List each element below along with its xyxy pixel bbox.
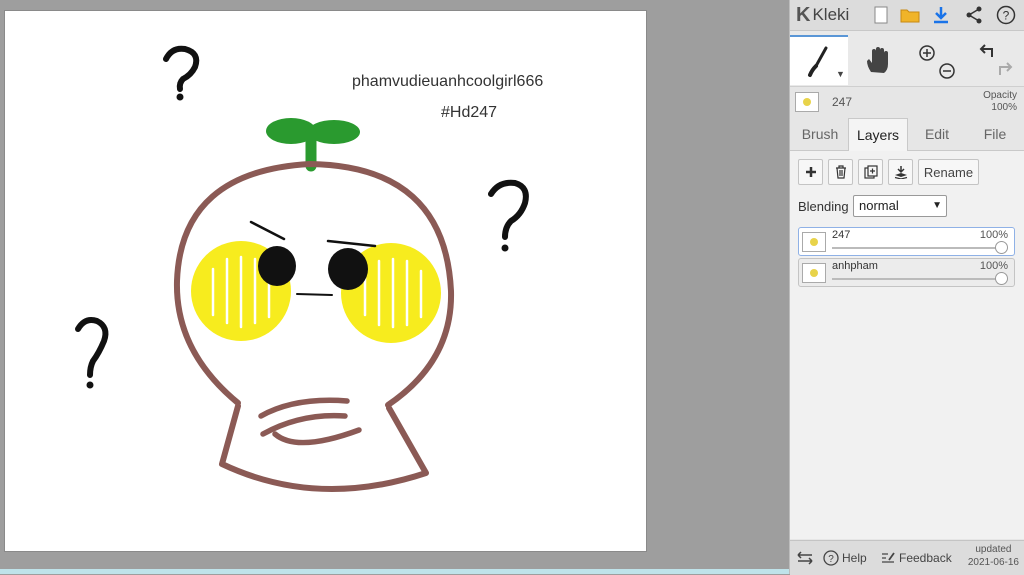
layer-opacity: 100% — [979, 229, 1008, 241]
feedback-label: Feedback — [899, 551, 952, 565]
undo-redo-icon[interactable] — [970, 39, 1020, 83]
question-dot-3 — [86, 381, 94, 389]
help-label: Help — [842, 551, 867, 565]
tab-layers[interactable]: Layers — [848, 118, 908, 151]
opacity-readout: Opacity 100% — [983, 90, 1017, 114]
tool-row: ▼ — [790, 31, 1024, 87]
eyebrow-left — [249, 220, 286, 241]
duplicate-layer-button[interactable] — [858, 159, 883, 185]
new-file-icon — [874, 6, 888, 24]
undo-redo-buttons — [966, 37, 1024, 85]
question-mark-left-top — [163, 45, 200, 92]
layers-panel: Rename Blending normal ▼ 247 100% anhpha… — [790, 151, 1024, 539]
add-layer-button[interactable] — [798, 159, 823, 185]
drawing-canvas[interactable]: phamvudieuanhcoolgirl666 #Hd247 — [5, 11, 646, 551]
layer-name: anhpham — [832, 260, 878, 272]
layer-thumbnail — [802, 232, 826, 252]
svg-text:?: ? — [828, 554, 834, 565]
updated-label: updated — [975, 544, 1012, 555]
current-layer-info: 247 Opacity 100% — [790, 88, 1024, 118]
blending-label: Blending — [798, 199, 849, 214]
top-bar: K Kleki ? — [790, 0, 1024, 31]
duplicate-icon — [863, 165, 878, 179]
zoom-buttons — [908, 37, 964, 85]
blending-value: normal — [859, 198, 899, 213]
help-circle-icon: ? — [823, 550, 839, 566]
new-image-button[interactable] — [869, 3, 893, 27]
signature-tag: #Hd247 — [441, 104, 498, 121]
question-mark-left — [75, 317, 109, 378]
open-file-button[interactable] — [898, 3, 922, 27]
question-mark-right — [488, 179, 529, 240]
kleki-logo-text: Kleki — [812, 5, 850, 24]
question-dot-1 — [176, 93, 184, 101]
workspace[interactable]: phamvudieuanhcoolgirl666 #Hd247 — [0, 0, 789, 574]
eyebrow-right — [326, 239, 377, 248]
tab-brush[interactable]: Brush — [792, 118, 848, 150]
help-top-button[interactable]: ? — [994, 3, 1018, 27]
chevron-down-icon: ▼ — [932, 200, 942, 211]
feedback-button[interactable]: Feedback — [880, 541, 952, 575]
kleki-logo[interactable]: K Kleki — [796, 3, 849, 27]
svg-text:?: ? — [1003, 9, 1010, 23]
save-button[interactable] — [929, 3, 953, 27]
tab-edit[interactable]: Edit — [908, 118, 966, 150]
kleki-logo-mark: K — [796, 3, 811, 26]
updated-info: updated 2021-06-16 — [968, 543, 1019, 569]
folded-arms — [258, 397, 362, 446]
trash-icon — [835, 165, 846, 179]
merge-down-icon — [894, 166, 907, 179]
tab-file[interactable]: File — [966, 118, 1024, 150]
panel-footer: ? Help Feedback updated 2021-06-16 — [790, 540, 1024, 575]
share-icon — [966, 6, 982, 24]
delete-layer-button[interactable] — [828, 159, 853, 185]
panel-tabs: Brush Layers Edit File — [790, 118, 1024, 151]
current-layer-thumbnail — [795, 92, 819, 112]
merge-layer-button[interactable] — [888, 159, 913, 185]
hand-tool-button[interactable] — [848, 37, 906, 85]
download-icon — [934, 7, 948, 24]
rename-layer-button[interactable]: Rename — [918, 159, 979, 185]
blending-select[interactable]: normal ▼ — [853, 195, 947, 217]
layer-opacity-slider[interactable] — [832, 247, 1002, 249]
signature-name: phamvudieuanhcoolgirl666 — [352, 73, 544, 90]
eye-right — [328, 248, 368, 290]
help-button[interactable]: ? Help — [823, 541, 867, 575]
swap-arrows-icon — [797, 551, 813, 565]
updated-date: 2021-06-16 — [967, 557, 1019, 568]
drawing-artwork — [75, 45, 529, 492]
eye-left — [258, 246, 296, 286]
layer-opacity: 100% — [979, 260, 1008, 272]
folder-icon — [900, 9, 920, 23]
share-button[interactable] — [962, 3, 986, 27]
plus-icon — [805, 167, 816, 177]
layer-item-anhpham[interactable]: anhpham 100% — [798, 258, 1015, 287]
opacity-value: 100% — [991, 102, 1017, 113]
zoom-in-out-icon[interactable] — [911, 39, 961, 83]
layer-opacity-handle[interactable] — [995, 241, 1008, 254]
layer-name: 247 — [832, 229, 851, 241]
mouth — [296, 293, 333, 296]
chevron-down-icon[interactable]: ▼ — [836, 69, 845, 79]
feedback-edit-icon — [882, 552, 895, 563]
tool-panel: K Kleki ? ▼ 247 Opacity 100% Brush Layer… — [789, 0, 1024, 575]
opacity-label: Opacity — [983, 90, 1017, 101]
brush-tool-button[interactable]: ▼ — [790, 35, 848, 85]
horizontal-scrollbar[interactable] — [0, 569, 789, 574]
current-layer-name: 247 — [832, 95, 853, 109]
swap-panel-button[interactable] — [796, 541, 814, 575]
help-circle-icon: ? — [996, 5, 1016, 25]
brush-icon — [808, 46, 828, 77]
question-dot-2 — [501, 244, 509, 252]
layer-item-247[interactable]: 247 100% — [798, 227, 1015, 256]
hand-icon — [867, 47, 888, 73]
layer-thumbnail — [802, 263, 826, 283]
layer-opacity-handle[interactable] — [995, 272, 1008, 285]
layer-opacity-slider[interactable] — [832, 278, 1002, 280]
